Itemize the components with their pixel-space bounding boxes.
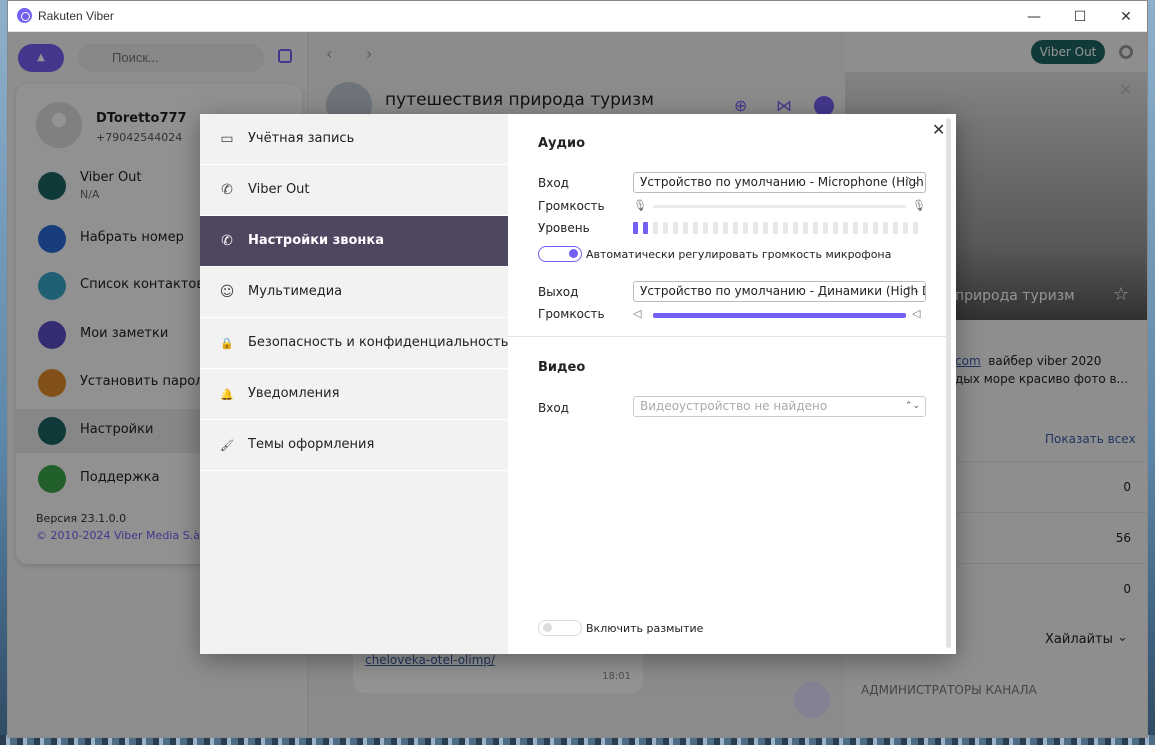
phone-out-icon: ✆ [221, 182, 233, 198]
level-meter-bar [793, 222, 798, 234]
brush-icon: 🖌 [220, 438, 234, 452]
level-meter-bar [773, 222, 778, 234]
settings-tab-label: Темы оформления [248, 437, 375, 452]
settings-tab-call[interactable]: ✆ Настройки звонка [200, 216, 508, 267]
audio-output-select[interactable]: Устройство по умолчанию - Динамики (High… [633, 281, 926, 302]
viber-logo-icon [17, 8, 32, 23]
media-icon: ☺ [219, 284, 235, 300]
video-input-label: Вход [538, 401, 569, 415]
settings-tab-viber-out[interactable]: ✆ Viber Out [200, 165, 508, 216]
level-meter-bar [863, 222, 868, 234]
level-meter-bar [753, 222, 758, 234]
settings-tab-notifications[interactable]: 🔔 Уведомления [200, 369, 508, 420]
level-meter-bar [653, 222, 658, 234]
settings-tab-label: Мультимедиа [248, 284, 343, 299]
level-meter-bar [673, 222, 678, 234]
level-meter-bar [683, 222, 688, 234]
close-dialog-icon[interactable]: ✕ [932, 120, 945, 139]
audio-output-label: Выход [538, 285, 579, 299]
input-volume-label: Громкость [538, 199, 605, 213]
speaker-low-icon: ◁ [633, 307, 642, 320]
minimize-button[interactable]: — [1011, 1, 1057, 32]
level-meter-bar [693, 222, 698, 234]
toggle-knob [569, 249, 578, 258]
mic-low-icon: 🎙 [633, 199, 647, 212]
settings-tab-account[interactable]: ▭ Учётная запись [200, 114, 508, 165]
level-meter-bar [883, 222, 888, 234]
video-section-title: Видео [538, 360, 586, 375]
updown-chevron-icon: ⌃⌄ [904, 286, 920, 296]
settings-tab-media[interactable]: ☺ Мультимедиа [200, 267, 508, 318]
settings-tab-security[interactable]: 🔒 Безопасность и конфиденциальность [200, 318, 508, 369]
mic-high-icon: 🎙 [912, 199, 926, 212]
scrollbar[interactable] [946, 118, 951, 648]
settings-tab-label: Учётная запись [248, 131, 355, 146]
level-meter-bar [713, 222, 718, 234]
level-meter-bar [913, 222, 918, 234]
section-divider [508, 336, 951, 337]
level-meter-bar [813, 222, 818, 234]
video-input-select[interactable]: Видеоустройство не найдено ⌃⌄ [633, 396, 926, 417]
input-volume-slider[interactable] [653, 205, 906, 208]
updown-chevron-icon: ⌃⌄ [904, 177, 920, 187]
settings-tab-label: Настройки звонка [248, 233, 384, 248]
output-volume-fill [653, 313, 906, 318]
updown-chevron-icon: ⌃⌄ [904, 401, 920, 411]
level-meter-bar [843, 222, 848, 234]
settings-tab-label: Безопасность и конфиденциальность [248, 335, 509, 350]
settings-sidebar: ▭ Учётная запись ✆ Viber Out ✆ Настройки… [200, 114, 508, 654]
toggle-knob [543, 623, 552, 632]
level-meter-bar [783, 222, 788, 234]
call-settings-icon: ✆ [221, 233, 233, 249]
output-volume-label: Громкость [538, 307, 605, 321]
lock-icon: 🔒 [220, 336, 234, 350]
level-meter-bar [703, 222, 708, 234]
audio-input-select[interactable]: Устройство по умолчанию - Microphone (Hi… [633, 172, 926, 193]
blur-toggle[interactable] [538, 620, 582, 636]
settings-tab-label: Уведомления [248, 386, 340, 401]
call-settings-content: ✕ Аудио Вход Устройство по умолчанию - M… [508, 114, 956, 654]
settings-tab-themes[interactable]: 🖌 Темы оформления [200, 420, 508, 471]
settings-dialog: ▭ Учётная запись ✆ Viber Out ✆ Настройки… [200, 114, 956, 654]
window-title: Rakuten Viber [38, 9, 114, 23]
settings-tab-label: Viber Out [248, 182, 310, 197]
title-bar: Rakuten Viber — ☐ ✕ [8, 1, 1147, 32]
level-meter-bar [733, 222, 738, 234]
level-meter-bar [873, 222, 878, 234]
level-meter-bar [663, 222, 668, 234]
level-meter-bar [853, 222, 858, 234]
level-meter-bar [763, 222, 768, 234]
speaker-high-icon: ◁ [912, 307, 921, 320]
level-meter-bar [723, 222, 728, 234]
bell-icon: 🔔 [220, 387, 234, 401]
maximize-button[interactable]: ☐ [1057, 1, 1103, 32]
level-meter-bar [743, 222, 748, 234]
auto-gain-label: Автоматически регулировать громкость мик… [586, 248, 892, 261]
auto-gain-toggle[interactable] [538, 246, 582, 262]
level-label: Уровень [538, 221, 590, 235]
close-window-button[interactable]: ✕ [1103, 1, 1147, 32]
level-meter-bar [803, 222, 808, 234]
audio-section-title: Аудио [538, 136, 586, 151]
level-meter-bar [903, 222, 908, 234]
audio-output-value: Устройство по умолчанию - Динамики (High… [640, 284, 926, 298]
blur-label: Включить размытие [586, 622, 704, 635]
account-icon: ▭ [220, 131, 234, 147]
output-volume-slider[interactable] [653, 313, 906, 318]
level-meter-bar [823, 222, 828, 234]
level-meter-bar [833, 222, 838, 234]
audio-input-value: Устройство по умолчанию - Microphone (Hi… [640, 175, 926, 189]
level-meter-bar [893, 222, 898, 234]
audio-input-label: Вход [538, 176, 569, 190]
level-meter-bar [643, 222, 648, 234]
video-input-placeholder: Видеоустройство не найдено [640, 399, 828, 413]
level-meter-bar [633, 222, 638, 234]
